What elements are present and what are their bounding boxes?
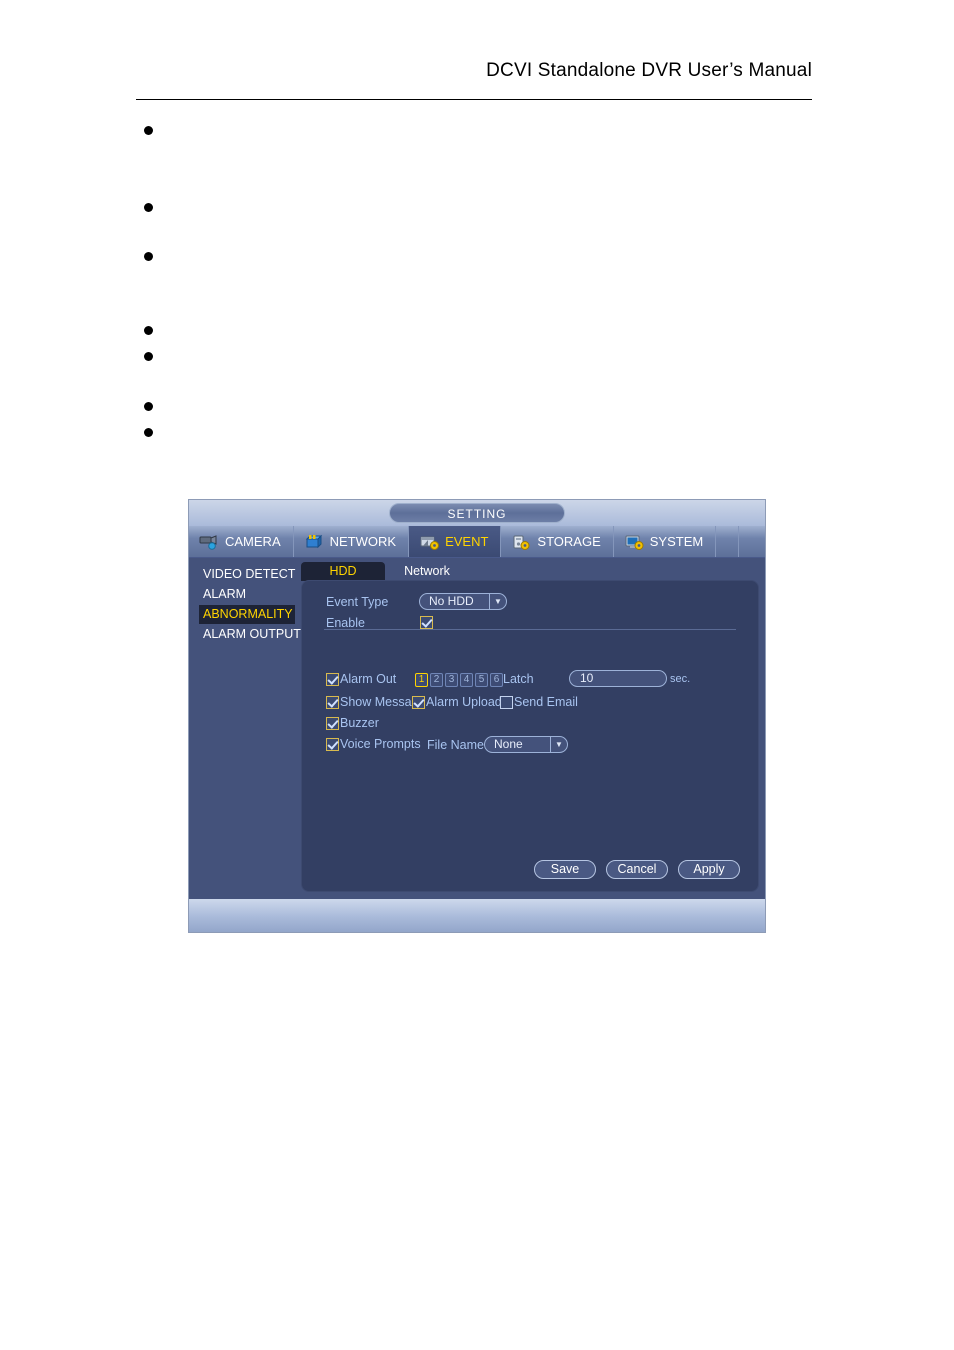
enable-label: Enable (326, 616, 365, 630)
window-footer (189, 899, 765, 932)
tab-system-label: SYSTEM (649, 534, 704, 549)
main-tab-bar: CAMERA NETWORK EVENT STORAGE SYSTEM (189, 526, 765, 558)
alarm-upload-row: Alarm Upload (412, 695, 502, 709)
send-email-checkbox[interactable] (500, 695, 513, 709)
voice-prompts-checkbox[interactable] (326, 737, 339, 751)
alarm-channel-5[interactable]: 5 (475, 673, 488, 687)
list-item (144, 352, 158, 366)
settings-panel: Event Type No HDD ▼ Enable Alarm Out 1 2… (301, 580, 759, 892)
show-message-checkbox[interactable] (326, 695, 339, 709)
bullet-dot (144, 428, 153, 437)
bullet-dot (144, 203, 153, 212)
bullet-dot (144, 402, 153, 411)
window-body: VIDEO DETECT ALARM ABNORMALITY ALARM OUT… (189, 558, 765, 902)
content-area: HDD Network Event Type No HDD ▼ Enable A… (301, 558, 765, 902)
window-title: SETTING (389, 503, 565, 523)
bullet-dot (144, 126, 153, 135)
action-button-group: Save Cancel Apply (534, 860, 740, 879)
page-header-title: DCVI Standalone DVR User’s Manual (486, 60, 812, 81)
tab-network[interactable]: NETWORK (294, 526, 410, 557)
network-icon (304, 534, 324, 550)
sub-tab-network[interactable]: Network (385, 562, 469, 581)
apply-button[interactable]: Apply (678, 860, 740, 879)
alarm-upload-checkbox[interactable] (412, 695, 425, 709)
voice-prompts-row: Voice Prompts (326, 737, 421, 751)
alarm-out-channel-group: 1 2 3 4 5 6 (415, 673, 505, 687)
tab-event-label: EVENT (445, 534, 489, 549)
cancel-button[interactable]: Cancel (606, 860, 668, 879)
sidebar-item-alarm[interactable]: ALARM (199, 585, 295, 604)
tab-system[interactable]: SYSTEM (614, 526, 717, 557)
alarm-out-checkbox[interactable] (326, 672, 339, 686)
section-divider (324, 629, 736, 630)
enable-checkbox[interactable] (420, 616, 433, 629)
file-name-label: File Name (427, 738, 484, 752)
buzzer-row: Buzzer (326, 716, 379, 730)
alarm-channel-4[interactable]: 4 (460, 673, 473, 687)
list-item (144, 203, 158, 217)
list-item (144, 126, 158, 140)
voice-prompts-label: Voice Prompts (340, 737, 421, 751)
file-name-value: None (494, 737, 523, 751)
sub-tab-bar: HDD Network (301, 561, 469, 581)
file-name-select[interactable]: None ▼ (484, 736, 568, 753)
alarm-channel-6[interactable]: 6 (490, 673, 503, 687)
event-icon (419, 534, 440, 550)
tab-storage-label: STORAGE (537, 534, 601, 549)
sub-tab-hdd[interactable]: HDD (301, 562, 385, 581)
tab-event[interactable]: EVENT (409, 526, 502, 557)
dvr-setting-window: SETTING CAMERA NETWORK EVENT STORAGE SYS… (188, 499, 766, 933)
sidebar: VIDEO DETECT ALARM ABNORMALITY ALARM OUT… (189, 558, 301, 902)
bullet-dot (144, 252, 153, 261)
alarm-out-label: Alarm Out (340, 672, 397, 686)
buzzer-label: Buzzer (340, 716, 379, 730)
send-email-row: Send Email (500, 695, 578, 709)
window-titlebar: SETTING (189, 500, 765, 526)
bullet-dot (144, 352, 153, 361)
bullet-dot (144, 326, 153, 335)
latch-input[interactable]: 10 (569, 670, 667, 687)
alarm-channel-3[interactable]: 3 (445, 673, 458, 687)
storage-icon (511, 534, 531, 550)
list-item (144, 326, 158, 340)
chevron-down-icon[interactable]: ▼ (550, 737, 567, 752)
tab-network-label: NETWORK (329, 534, 397, 549)
alarm-channel-2[interactable]: 2 (430, 673, 443, 687)
save-button[interactable]: Save (534, 860, 596, 879)
sidebar-item-video-detect[interactable]: VIDEO DETECT (199, 565, 295, 584)
sidebar-item-abnormality[interactable]: ABNORMALITY (199, 605, 295, 624)
event-type-value: No HDD (429, 594, 474, 608)
alarm-channel-1[interactable]: 1 (415, 673, 428, 687)
chevron-down-icon[interactable]: ▼ (489, 594, 506, 609)
header-divider (136, 99, 812, 100)
event-type-select[interactable]: No HDD ▼ (419, 593, 507, 610)
alarm-out-row: Alarm Out (326, 672, 396, 686)
list-item (144, 252, 158, 266)
system-icon (624, 534, 644, 550)
tab-storage[interactable]: STORAGE (501, 526, 614, 557)
latch-label: Latch (503, 672, 534, 686)
show-message-row: Show Message (326, 695, 425, 709)
camera-icon (199, 534, 219, 550)
list-item (144, 428, 158, 442)
tab-camera[interactable]: CAMERA (189, 526, 294, 557)
list-item (144, 402, 158, 416)
latch-unit-label: sec. (670, 673, 691, 685)
alarm-upload-label: Alarm Upload (426, 695, 502, 709)
buzzer-checkbox[interactable] (326, 716, 339, 730)
send-email-label: Send Email (514, 695, 578, 709)
tab-bar-filler (716, 526, 740, 557)
event-type-label: Event Type (326, 595, 389, 609)
sidebar-item-alarm-output[interactable]: ALARM OUTPUT (199, 625, 301, 644)
tab-camera-label: CAMERA (225, 534, 281, 549)
